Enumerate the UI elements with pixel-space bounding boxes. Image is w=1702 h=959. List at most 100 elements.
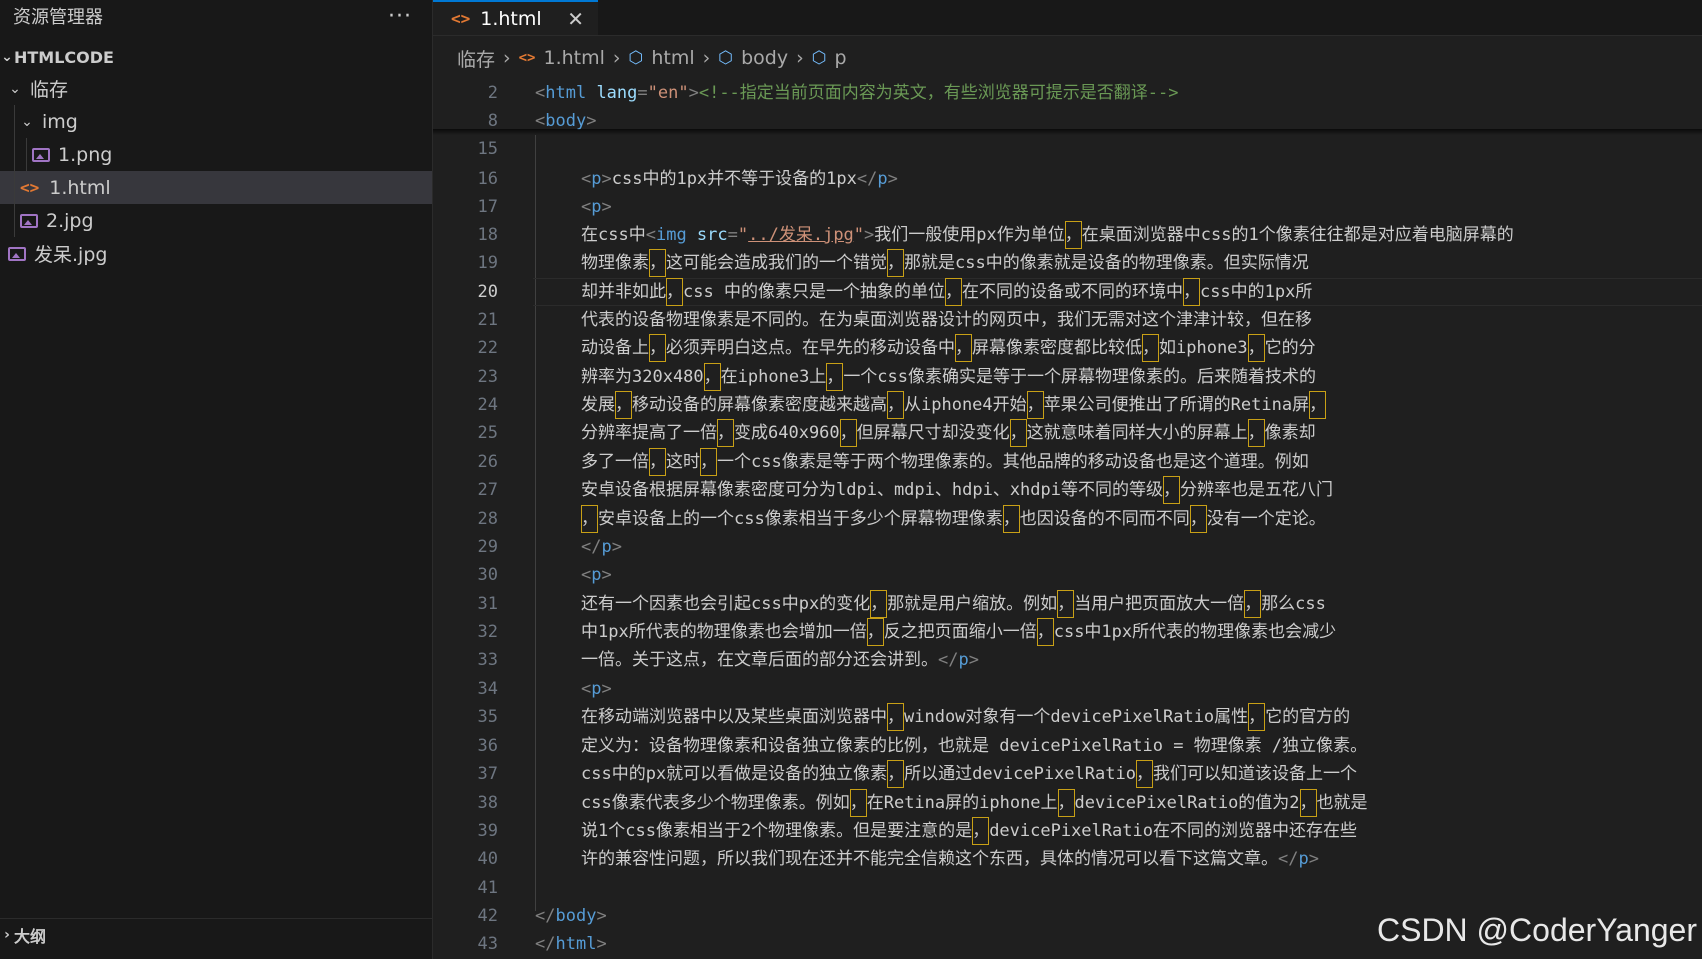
line-number: 26	[477, 452, 498, 472]
line-number: 23	[477, 367, 498, 387]
explorer-header: 资源管理器 ···	[0, 0, 432, 32]
code-line-17: <p>	[581, 197, 612, 217]
outline-panel: › 大纲	[0, 918, 432, 959]
indent-guide	[14, 138, 15, 171]
code-line-26: 多了一倍，这时，一个css像素是等于两个物理像素的。其他品牌的移动设备也是这个道…	[581, 448, 1309, 476]
line-number: 30	[477, 565, 498, 585]
chevron-down-icon: ⌄	[9, 80, 21, 97]
html-file-icon: <>	[20, 178, 40, 197]
code-editor[interactable]: 2 8 15 16 17 18 19 20 21 22 23 24 25 26 27 28 29 30 31 32 33…	[433, 79, 1702, 959]
image-file-icon	[20, 213, 38, 228]
tree-file-fadai-jpg[interactable]: 发呆.jpg	[0, 237, 432, 270]
tree-item-label: img	[42, 110, 78, 133]
code-line-2: <html lang="en"><!--指定当前页面内容为英文，有些浏览器可提示…	[535, 83, 1179, 103]
line-number: 43	[477, 934, 498, 954]
image-file-icon	[32, 147, 50, 162]
line-number: 27	[477, 480, 498, 500]
code-line-33: 一倍。关于这点，在文章后面的部分还会讲到。</p>	[581, 650, 979, 670]
line-number: 18	[477, 225, 498, 245]
close-icon[interactable]: ✕	[567, 7, 584, 31]
code-line-24: 发展，移动设备的屏幕像素密度越来越高，从iphone4开始，苹果公司便推出了所谓…	[581, 391, 1327, 419]
line-number: 19	[477, 253, 498, 273]
line-number: 39	[477, 821, 498, 841]
indent-guide	[26, 138, 27, 171]
tree-folder-linshi[interactable]: ⌄ 临存	[0, 72, 432, 105]
code-line-23: 辨率为320x480，在iphone3上，一个css像素确实是等于一个屏幕物理像…	[581, 363, 1316, 391]
line-number: 28	[477, 509, 498, 529]
element-cube-icon: ⬡	[718, 48, 734, 68]
tree-item-label: 发呆.jpg	[34, 244, 108, 266]
code-line-42: </body>	[535, 906, 607, 926]
code-line-37: css中的px就可以看做是设备的独立像素，所以通过devicePixelRati…	[581, 760, 1357, 788]
code-line-35: 在移动端浏览器中以及某些桌面浏览器中，window对象有一个devicePixe…	[581, 703, 1350, 731]
chevron-right-icon: ›	[702, 47, 711, 69]
element-cube-icon: ⬡	[811, 48, 827, 68]
tree-item-label: 1.png	[58, 143, 113, 166]
element-cube-icon: ⬡	[628, 48, 644, 68]
code-line-36: 定义为：设备物理像素和设备独立像素的比例，也就是 devicePixelRati…	[581, 736, 1368, 756]
breadcrumb-item-folder[interactable]: 临存	[457, 45, 495, 72]
tab-1html[interactable]: <> 1.html ✕	[433, 0, 598, 35]
line-number: 33	[477, 650, 498, 670]
code-line-20: 却并非如此，css 中的像素只是一个抽象的单位，在不同的设备或不同的环境中，cs…	[581, 278, 1312, 306]
outline-title: 大纲	[14, 927, 47, 946]
html-file-icon: <>	[518, 50, 536, 66]
outline-section-header[interactable]: › 大纲	[0, 919, 432, 951]
workspace-section-header[interactable]: ⌄ HTMLCODE	[0, 42, 432, 72]
line-number: 32	[477, 622, 498, 642]
code-line-39: 说1个css像素相当于2个物理像素。但是要注意的是，devicePixelRat…	[581, 817, 1357, 845]
code-line-34: <p>	[581, 679, 612, 699]
indent-guide	[535, 135, 536, 911]
line-number: 40	[477, 849, 498, 869]
vscode-window: 资源管理器 ··· ⌄ HTMLCODE ⌄ 临存 ⌄ img 1.png <>…	[0, 0, 1702, 959]
breadcrumb-item-file[interactable]: 1.html	[543, 47, 604, 69]
chevron-down-icon: ⌄	[21, 113, 33, 130]
tab-label: 1.html	[480, 7, 542, 30]
chevron-right-icon: ›	[796, 47, 804, 69]
breadcrumb-item-html[interactable]: html	[651, 47, 694, 69]
code-line-25: 分辨率提高了一倍，变成640x960，但屏幕尺寸却没变化，这就意味着同样大小的屏…	[581, 419, 1316, 447]
line-number: 15	[477, 139, 498, 159]
line-number: 22	[477, 338, 498, 358]
code-line-29: </p>	[581, 537, 622, 557]
editor-area: <> 1.html ✕ 临存 › <> 1.html › ⬡ html › ⬡ …	[433, 0, 1702, 959]
tree-item-label: 2.jpg	[46, 209, 94, 232]
line-number: 21	[477, 310, 498, 330]
more-actions-icon[interactable]: ···	[388, 4, 412, 29]
code-line-18: 在css中<img src="../发呆.jpg">我们一般使用px作为单位，在…	[581, 221, 1514, 249]
code-line-16: <p>css中的1px并不等于设备的1px</p>	[581, 169, 898, 189]
line-number: 37	[477, 764, 498, 784]
tree-folder-img[interactable]: ⌄ img	[0, 105, 432, 138]
tree-file-1png[interactable]: 1.png	[0, 138, 432, 171]
indent-guide	[14, 204, 15, 237]
csdn-watermark: CSDN @CoderYanger	[1376, 912, 1697, 948]
tree-file-1html[interactable]: <> 1.html	[0, 171, 432, 204]
indent-guide	[14, 171, 15, 204]
indent-guide	[14, 105, 15, 138]
chevron-right-icon: ›	[4, 927, 10, 943]
line-number: 29	[477, 537, 498, 557]
breadcrumb-item-p[interactable]: p	[835, 47, 847, 69]
code-line-32: 中1px所代表的物理像素也会增加一倍，反之把页面缩小一倍，css中1px所代表的…	[581, 618, 1336, 646]
line-number: 42	[477, 906, 498, 926]
code-line-43: </html>	[535, 934, 607, 954]
code-line-40: 许的兼容性问题，所以我们现在还并不能完全信赖这个东西，具体的情况可以看下这篇文章…	[581, 849, 1319, 869]
line-number: 38	[477, 793, 498, 813]
tree-item-label: 临存	[30, 79, 69, 101]
line-number: 41	[477, 878, 498, 898]
code-line-31: 还有一个因素也会引起css中px的变化，那就是用户缩放。例如，当用户把页面放大一…	[581, 590, 1326, 618]
line-number: 25	[477, 423, 498, 443]
explorer-sidebar: 资源管理器 ··· ⌄ HTMLCODE ⌄ 临存 ⌄ img 1.png <>…	[0, 0, 433, 959]
chevron-down-icon: ⌄	[1, 49, 13, 65]
html-file-icon: <>	[451, 9, 471, 28]
line-number: 20	[477, 282, 498, 302]
workspace-name: HTMLCODE	[14, 47, 114, 67]
line-number: 24	[477, 395, 498, 415]
breadcrumb-item-body[interactable]: body	[741, 47, 788, 69]
tree-file-2jpg[interactable]: 2.jpg	[0, 204, 432, 237]
line-number: 31	[477, 594, 498, 614]
code-line-21: 代表的设备物理像素是不同的。在为桌面浏览器设计的网页中，我们无需对这个津津计较，…	[581, 310, 1312, 330]
timeline-section-header-clipped[interactable]	[0, 951, 432, 959]
explorer-title: 资源管理器	[13, 7, 103, 28]
code-line-30: <p>	[581, 565, 612, 585]
